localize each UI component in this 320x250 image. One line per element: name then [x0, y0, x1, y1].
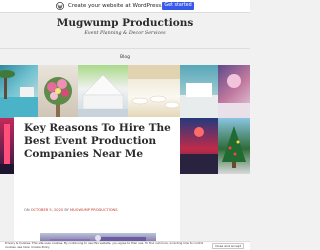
post-card: Key Reasons To Hire The Best Event Produ…	[14, 117, 180, 250]
outdoor-scene-graphic	[180, 83, 218, 118]
post-meta: ON OCTOBER 5, 2020 BY MUGWUMP PRODUCTION…	[24, 208, 118, 213]
lounge-scene-graphic	[218, 74, 250, 118]
post-meta-by-label: BY	[64, 208, 69, 212]
wordpress-banner-text[interactable]: Create your website at WordPress.com	[68, 2, 175, 10]
post-meta-on-label: ON	[24, 208, 30, 212]
pool-scene-graphic	[0, 70, 38, 118]
banquet-scene-graphic	[128, 65, 180, 109]
post-date-link[interactable]: OCTOBER 5, 2020	[31, 208, 63, 212]
photo-tile-christmas-tree	[218, 118, 250, 174]
wordpress-banner: Create your website at WordPress.com Get…	[0, 0, 250, 13]
photo-tile-pool-event	[0, 65, 38, 118]
photo-tile-floral-arrangement	[38, 65, 78, 118]
site-title[interactable]: Mugwump Productions	[0, 17, 250, 30]
post-title[interactable]: Key Reasons To Hire The Best Event Produ…	[24, 122, 174, 161]
christmas-tree-graphic	[222, 126, 246, 168]
close-and-accept-button[interactable]: Close and accept	[212, 243, 244, 249]
site-tagline: Event Planning & Decor Services	[84, 31, 166, 36]
photo-tile-outdoor-venue	[180, 65, 218, 118]
photo-tile-white-tent	[78, 65, 128, 118]
post-author-link[interactable]: MUGWUMP PRODUCTIONS	[70, 208, 118, 212]
get-started-button[interactable]: Get started	[162, 2, 194, 10]
header-divider	[0, 48, 250, 49]
cookie-consent-bar: Privacy & Cookies: This site uses cookie…	[0, 241, 250, 250]
nav-item-blog[interactable]: Blog	[0, 55, 250, 61]
cookie-notice-text: Privacy & Cookies: This site uses cookie…	[5, 241, 204, 249]
photo-tile-ballroom	[180, 118, 218, 174]
floral-arrangement-graphic	[44, 77, 72, 118]
wordpress-icon[interactable]	[56, 2, 64, 10]
ballroom-scene-graphic	[180, 127, 218, 174]
tent-scene-graphic	[78, 74, 128, 118]
photo-tile-banquet-hall	[128, 65, 180, 118]
photo-tile-lounge	[218, 65, 250, 118]
